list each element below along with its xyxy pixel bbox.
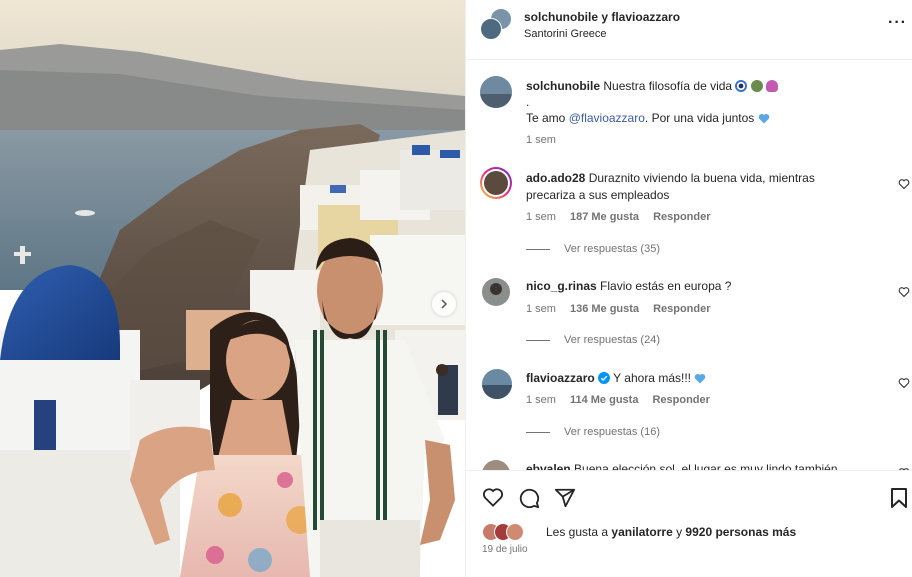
post-authors[interactable]: solchunobile y flavioazzaro (524, 10, 680, 24)
avatar-story-ring[interactable] (480, 167, 512, 199)
comment-text: Flavio estás en europa ? (600, 279, 732, 293)
more-options-icon[interactable]: ··· (888, 14, 907, 32)
like-comment-icon[interactable] (898, 178, 910, 190)
liker-avatars (482, 523, 532, 541)
post-date: 19 de julio (482, 544, 528, 555)
avatar[interactable] (482, 460, 510, 470)
reply-button[interactable]: Responder (653, 303, 710, 315)
post-actions: Les gusta a yanilatorre y 9920 personas … (466, 470, 912, 577)
caption-username[interactable]: solchunobile (526, 79, 600, 93)
comment-time: 1 sem (526, 394, 556, 406)
comment-meta: 1 sem 136 Me gusta Responder (526, 303, 725, 315)
comment: flavioazzaro Y ahora más!!! (526, 370, 866, 389)
nazar-icon (735, 80, 748, 92)
caption-line-2-prefix: Te amo (526, 111, 569, 125)
view-replies-button[interactable]: Ver respuestas (16) (526, 426, 660, 438)
next-photo-button[interactable] (432, 292, 456, 316)
replies-line (526, 339, 550, 341)
chevron-right-icon (441, 299, 448, 309)
comment-text: Buena elección sol, el lugar es muy lind… (574, 462, 838, 470)
likes-count[interactable]: 9920 personas más (685, 525, 796, 539)
view-replies-label: Ver respuestas (24) (564, 334, 660, 346)
caption-time: 1 sem (526, 134, 556, 146)
avatar[interactable] (482, 369, 512, 399)
comment-meta: 1 sem 187 Me gusta Responder (526, 211, 725, 223)
likes-middle: y (672, 525, 686, 539)
caption-line-2: Te amo @flavioazzaro. Por una vida junto… (526, 110, 770, 129)
globe-icon (750, 80, 763, 92)
view-replies-label: Ver respuestas (35) (564, 243, 660, 255)
reply-button[interactable]: Responder (652, 394, 709, 406)
view-replies-button[interactable]: Ver respuestas (35) (526, 243, 660, 255)
octopus-icon (766, 80, 779, 92)
avatar (506, 523, 524, 541)
comment-username[interactable]: flavioazzaro (526, 371, 595, 385)
likes-prefix: Les gusta a (546, 525, 609, 539)
comment-likes[interactable]: 114 Me gusta (570, 394, 638, 406)
replies-line (526, 248, 550, 250)
comment: nico_g.rinas Flavio estás en europa ? (526, 278, 866, 295)
comment: ado.ado28 Duraznito viviendo la buena vi… (526, 170, 866, 204)
like-icon[interactable] (482, 487, 504, 507)
post-header: solchunobile y flavioazzaro Santorini Gr… (466, 0, 912, 60)
collab-avatars[interactable] (480, 8, 514, 42)
caption-line-2-suffix: . Por una vida juntos (644, 111, 755, 125)
comment-icon[interactable] (518, 487, 540, 509)
comment-likes[interactable]: 136 Me gusta (570, 303, 639, 315)
comment-meta: 1 sem 114 Me gusta Responder (526, 394, 724, 406)
verified-badge-icon (598, 372, 611, 389)
view-replies-button[interactable]: Ver respuestas (24) (526, 334, 660, 346)
comment-username[interactable]: ebvalen (526, 462, 571, 470)
comment-time: 1 sem (526, 303, 556, 315)
share-icon[interactable] (554, 487, 576, 509)
comment-text: Y ahora más!!! (613, 371, 691, 385)
mention-link[interactable]: @flavioazzaro (569, 111, 645, 125)
avatar (480, 76, 512, 108)
comment-likes[interactable]: 187 Me gusta (570, 211, 639, 223)
post-photo[interactable] (0, 0, 465, 577)
like-comment-icon[interactable] (898, 286, 910, 298)
view-replies-label: Ver respuestas (16) (564, 426, 660, 438)
caption-dot: . (526, 95, 530, 109)
post-location[interactable]: Santorini Greece (524, 28, 607, 40)
avatar (480, 18, 502, 40)
comment-username[interactable]: nico_g.rinas (526, 279, 597, 293)
blue-heart-icon (694, 372, 706, 389)
comment: ebvalen Buena elección sol, el lugar es … (526, 461, 866, 470)
comment-time: 1 sem (526, 211, 556, 223)
like-comment-icon[interactable] (898, 377, 910, 389)
avatar[interactable] (482, 278, 510, 306)
likes-summary[interactable]: Les gusta a yanilatorre y 9920 personas … (482, 523, 796, 541)
blue-heart-icon (758, 112, 770, 129)
comments-list[interactable]: solchunobile Nuestra filosofía de vida .… (466, 60, 912, 470)
caption-text: Nuestra filosofía de vida (603, 79, 733, 93)
comment-username[interactable]: ado.ado28 (526, 171, 585, 185)
reply-button[interactable]: Responder (653, 211, 710, 223)
likes-username[interactable]: yanilatorre (611, 525, 672, 539)
replies-line (526, 431, 550, 433)
save-bookmark-icon[interactable] (890, 487, 908, 509)
caption: solchunobile Nuestra filosofía de vida (526, 78, 896, 95)
santorini-photo (0, 0, 465, 577)
post-side-panel: solchunobile y flavioazzaro Santorini Gr… (465, 0, 912, 577)
